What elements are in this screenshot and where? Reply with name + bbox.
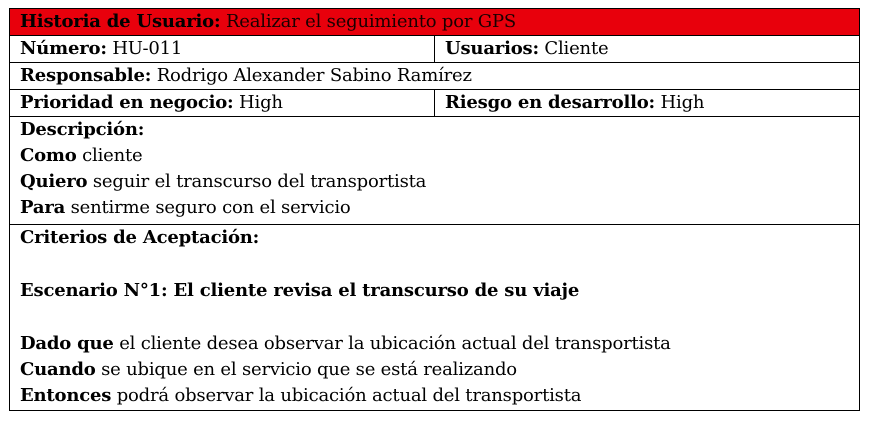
- prioridad-cell: Prioridad en negocio: High: [9, 89, 435, 117]
- prioridad-value: High: [239, 92, 283, 113]
- descripcion-heading: Descripción:: [20, 119, 145, 140]
- responsable-value: Rodrigo Alexander Sabino Ramírez: [156, 65, 472, 86]
- responsable-label: Responsable:: [20, 65, 152, 86]
- usuarios-label: Usuarios:: [445, 38, 539, 59]
- descripcion-row: Descripción: Como cliente Quiero seguir …: [8, 116, 861, 225]
- criterios-heading: Criterios de Aceptación:: [20, 227, 260, 248]
- entonces-value: podrá observar la ubicación actual del t…: [116, 385, 582, 406]
- quiero-value: seguir el transcurso del transportista: [92, 171, 427, 192]
- responsable-cell: Responsable: Rodrigo Alexander Sabino Ra…: [8, 62, 861, 90]
- dado-label: Dado que: [20, 333, 114, 354]
- como-line: Como cliente: [20, 143, 859, 169]
- criterios-cell: Criterios de Aceptación: Escenario N°1: …: [8, 224, 861, 411]
- como-label: Como: [20, 145, 77, 166]
- quiero-line: Quiero seguir el transcurso del transpor…: [20, 169, 859, 195]
- numero-value: HU-011: [112, 38, 183, 59]
- cuando-line: Cuando se ubique en el servicio que se e…: [20, 357, 859, 383]
- prioridad-label: Prioridad en negocio:: [20, 92, 234, 113]
- entonces-label: Entonces: [20, 385, 112, 406]
- escenario-title: Escenario N°1: El cliente revisa el tran…: [20, 280, 580, 301]
- usuarios-value: Cliente: [544, 38, 609, 59]
- para-label: Para: [20, 197, 66, 218]
- title-label: Historia de Usuario:: [20, 11, 221, 32]
- dado-value: el cliente desea observar la ubicación a…: [119, 333, 671, 354]
- user-story-table: Historia de Usuario: Realizar el seguimi…: [8, 8, 861, 411]
- como-value: cliente: [82, 145, 143, 166]
- descripcion-cell: Descripción: Como cliente Quiero seguir …: [8, 116, 861, 225]
- dado-line: Dado que el cliente desea observar la ub…: [20, 331, 859, 357]
- riesgo-label: Riesgo en desarrollo:: [445, 92, 655, 113]
- numero-label: Número:: [20, 38, 107, 59]
- prioridad-riesgo-row: Prioridad en negocio: High Riesgo en des…: [9, 89, 861, 117]
- numero-cell: Número: HU-011: [9, 35, 435, 63]
- criterios-row: Criterios de Aceptación: Escenario N°1: …: [8, 224, 861, 411]
- cuando-label: Cuando: [20, 359, 96, 380]
- cuando-value: se ubique en el servicio que se está rea…: [101, 359, 517, 380]
- title-row: Historia de Usuario: Realizar el seguimi…: [8, 8, 861, 36]
- responsable-row: Responsable: Rodrigo Alexander Sabino Ra…: [8, 62, 861, 90]
- entonces-line: Entonces podrá observar la ubicación act…: [20, 383, 859, 409]
- para-line: Para sentirme seguro con el servicio: [20, 195, 859, 221]
- para-value: sentirme seguro con el servicio: [70, 197, 351, 218]
- numero-usuarios-row: Número: HU-011 Usuarios: Cliente: [9, 35, 861, 63]
- usuarios-cell: Usuarios: Cliente: [433, 35, 861, 63]
- quiero-label: Quiero: [20, 171, 88, 192]
- title-value: Realizar el seguimiento por GPS: [225, 11, 517, 32]
- riesgo-value: High: [660, 92, 705, 113]
- title-cell: Historia de Usuario: Realizar el seguimi…: [8, 8, 861, 36]
- riesgo-cell: Riesgo en desarrollo: High: [433, 89, 861, 117]
